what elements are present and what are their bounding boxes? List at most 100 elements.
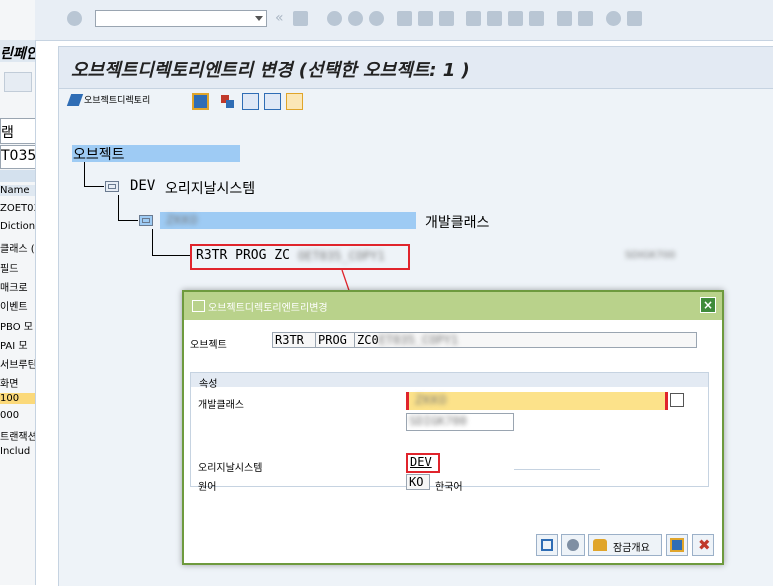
- glasses-icon: [567, 539, 579, 551]
- left-panel-nav-arrows[interactable]: [0, 170, 35, 182]
- object-name-value: ET035_COPY1: [378, 333, 459, 347]
- close-icon[interactable]: ×: [700, 297, 716, 313]
- history-back-icon[interactable]: «: [275, 10, 284, 26]
- srcsystem-label: 오리지날시스템: [198, 463, 263, 474]
- left-panel-row[interactable]: 이벤트: [0, 298, 28, 313]
- standard-toolbar: «: [35, 0, 773, 41]
- tree-connector: [152, 229, 153, 256]
- left-panel-row[interactable]: 필드: [0, 260, 18, 275]
- display-change-button[interactable]: [561, 534, 585, 556]
- object-name-prefix: ZC0: [357, 333, 379, 347]
- object-label: 오브젝트: [190, 340, 227, 351]
- previous-page-icon[interactable]: [487, 11, 502, 26]
- tree-object-name[interactable]: OET035_COPY1: [298, 249, 385, 263]
- new-session-icon[interactable]: [557, 11, 572, 26]
- first-page-icon[interactable]: [466, 11, 481, 26]
- left-panel-row[interactable]: ZOET03: [0, 203, 35, 214]
- tree-package-highlight: [160, 212, 416, 229]
- language-code-field: KO: [406, 474, 430, 490]
- left-panel-row[interactable]: PAI 모: [0, 337, 28, 352]
- back-icon[interactable]: [327, 11, 342, 26]
- dialog-window-icon: [192, 300, 205, 312]
- pgmid-field: R3TR: [272, 332, 316, 348]
- attributes-section-header: [191, 373, 708, 387]
- left-panel-row[interactable]: 화면: [0, 375, 18, 390]
- left-panel-row[interactable]: 트랜잭션: [0, 428, 35, 443]
- lock-overview-button[interactable]: 잠금개요: [588, 534, 662, 556]
- tree-connector: [118, 195, 119, 221]
- object-directory-label: 오브젝트디렉토리: [84, 96, 151, 106]
- devclass-label: 개발클래스: [198, 400, 244, 411]
- object-directory-button[interactable]: 오브젝트디렉토리: [66, 93, 151, 106]
- left-panel-row[interactable]: Includ: [0, 446, 30, 457]
- tree-connector: [84, 162, 85, 187]
- save-icon: [541, 539, 553, 551]
- tree-package-name[interactable]: ZKK0: [166, 213, 198, 227]
- left-panel-field-1[interactable]: 램: [0, 118, 35, 144]
- tree-system-label: 오리지날시스템: [165, 181, 256, 197]
- transport-icon: [670, 538, 684, 552]
- left-panel-row-selected[interactable]: 100: [0, 393, 35, 404]
- transport-button[interactable]: [666, 534, 688, 556]
- srcsystem-value[interactable]: DEV: [410, 455, 432, 469]
- left-panel-field-1-text: 램: [1, 125, 14, 141]
- lock-overview-label: 잠금개요: [613, 543, 650, 554]
- print-icon[interactable]: [397, 11, 412, 26]
- last-page-icon[interactable]: [529, 11, 544, 26]
- dialog-header: 오브젝트디렉토리엔트리변경 ×: [184, 292, 722, 320]
- tree-object-author: SDIGK700: [625, 250, 676, 261]
- left-panel-row[interactable]: 클래스 (: [0, 240, 35, 255]
- save-button[interactable]: [536, 534, 558, 556]
- pencil-icon: [66, 93, 84, 106]
- cancel-icon[interactable]: [369, 11, 384, 26]
- tree-system-code[interactable]: DEV: [130, 178, 155, 194]
- find-icon[interactable]: [418, 11, 433, 26]
- left-panel-field-2[interactable]: T035_: [0, 145, 35, 169]
- left-panel-column-header: Name: [0, 185, 35, 196]
- chevron-down-icon[interactable]: [255, 16, 263, 21]
- layout-menu-icon[interactable]: [627, 11, 642, 26]
- left-panel-row[interactable]: PBO 모: [0, 318, 33, 333]
- left-panel-row[interactable]: 서브루틴: [0, 356, 35, 371]
- find-next-icon[interactable]: [439, 11, 454, 26]
- language-label: 원어: [198, 482, 217, 493]
- author-value: SDIGK700: [409, 414, 467, 428]
- srcsystem-divider: [514, 469, 600, 470]
- tree-package-label: 개발클래스: [425, 215, 490, 231]
- expand-icon[interactable]: [242, 93, 259, 110]
- help-icon[interactable]: [606, 11, 621, 26]
- folder-icon: [139, 215, 153, 226]
- author-field: SDIGK700: [406, 413, 514, 431]
- next-page-icon[interactable]: [508, 11, 523, 26]
- tree-connector: [84, 186, 104, 187]
- copy-icon[interactable]: [286, 93, 303, 110]
- dialog-title: 오브젝트디렉토리엔트리변경: [208, 303, 328, 314]
- left-panel-row[interactable]: Diction: [0, 221, 35, 232]
- select-icon[interactable]: [219, 93, 236, 110]
- search-help-icon[interactable]: [670, 393, 684, 407]
- language-name: 한국어: [435, 482, 463, 493]
- devclass-input[interactable]: ZKK0: [406, 392, 668, 410]
- left-panel: 린페인 램 T035_ Name ZOET03 Diction 클래스 ( 필드…: [0, 0, 36, 585]
- tree-root[interactable]: 오브젝트: [73, 144, 125, 164]
- transport-icon[interactable]: [192, 93, 209, 110]
- left-panel-toolbar-button[interactable]: [4, 72, 32, 92]
- cancel-button[interactable]: ✖: [692, 534, 714, 556]
- change-object-directory-dialog: 오브젝트디렉토리엔트리변경 × 오브젝트 R3TR PROG ZC0ET035_…: [182, 290, 724, 565]
- left-panel-row[interactable]: 000: [0, 410, 19, 421]
- tree-object-prefix[interactable]: R3TR PROG ZC: [196, 248, 290, 263]
- lock-overview-icon: [593, 539, 607, 551]
- object-type-field: PROG: [315, 332, 355, 348]
- left-panel-row[interactable]: 매크로: [0, 279, 28, 294]
- collapse-icon[interactable]: [264, 93, 281, 110]
- shortcut-icon[interactable]: [578, 11, 593, 26]
- folder-icon: [105, 181, 119, 192]
- save-icon[interactable]: [293, 11, 308, 26]
- tree-connector: [118, 220, 138, 221]
- enter-icon[interactable]: [67, 11, 82, 26]
- page-title: 오브젝트디렉토리엔트리 변경 (선택한 오브젝트: 1 ): [71, 60, 470, 81]
- left-panel-header: 린페인: [0, 40, 35, 62]
- exit-icon[interactable]: [348, 11, 363, 26]
- attributes-section-label: 속성: [199, 379, 218, 390]
- command-field[interactable]: [95, 10, 267, 27]
